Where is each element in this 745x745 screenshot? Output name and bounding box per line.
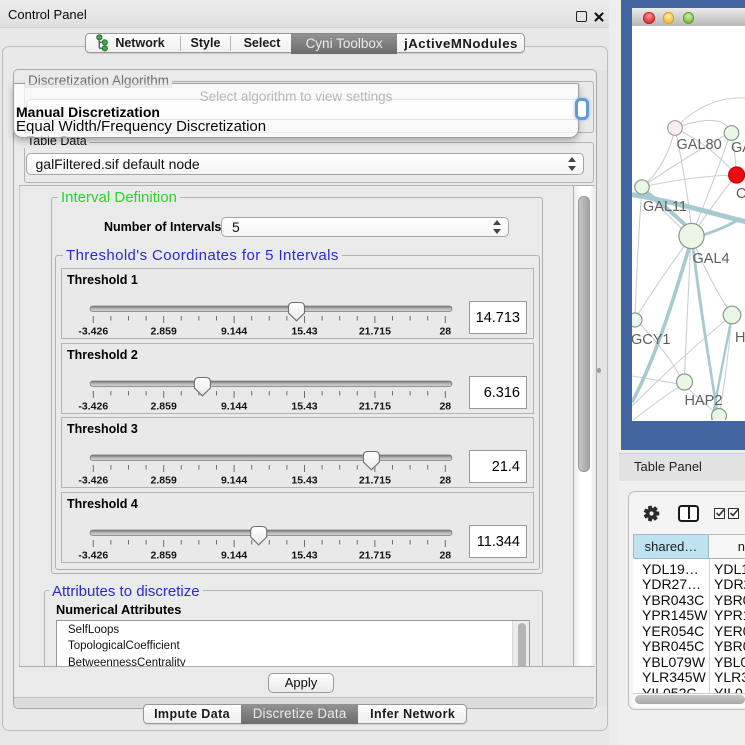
svg-text:H: H [735, 330, 745, 346]
svg-text:15.43: 15.43 [291, 400, 317, 412]
svg-text:21.715: 21.715 [359, 549, 391, 561]
svg-text:GAL80: GAL80 [677, 137, 722, 153]
svg-text:28: 28 [439, 326, 451, 338]
svg-text:2.859: 2.859 [151, 475, 177, 487]
svg-text:21.715: 21.715 [359, 475, 391, 487]
svg-text:-3.426: -3.426 [78, 326, 108, 338]
svg-text:C: C [736, 186, 745, 202]
svg-text:GA: GA [731, 140, 745, 156]
svg-text:21.715: 21.715 [359, 326, 391, 338]
svg-text:15.43: 15.43 [291, 549, 317, 561]
svg-text:2.859: 2.859 [151, 326, 177, 338]
svg-text:28: 28 [439, 549, 451, 561]
svg-text:21.715: 21.715 [359, 400, 391, 412]
svg-text:9.144: 9.144 [221, 475, 247, 487]
svg-text:15.43: 15.43 [291, 326, 317, 338]
svg-text:2.859: 2.859 [151, 549, 177, 561]
svg-text:9.144: 9.144 [221, 400, 247, 412]
svg-text:28: 28 [439, 400, 451, 412]
svg-text:15.43: 15.43 [291, 475, 317, 487]
svg-text:2.859: 2.859 [151, 400, 177, 412]
svg-text:9.144: 9.144 [221, 549, 247, 561]
svg-text:9.144: 9.144 [221, 326, 247, 338]
svg-text:-3.426: -3.426 [78, 400, 108, 412]
svg-text:GAL11: GAL11 [643, 199, 687, 215]
svg-text:HAP2: HAP2 [685, 393, 723, 409]
svg-text:28: 28 [439, 475, 451, 487]
svg-text:-3.426: -3.426 [78, 549, 108, 561]
svg-text:GAL4: GAL4 [693, 251, 730, 267]
svg-text:-3.426: -3.426 [78, 475, 108, 487]
svg-text:GCY1: GCY1 [632, 332, 671, 348]
